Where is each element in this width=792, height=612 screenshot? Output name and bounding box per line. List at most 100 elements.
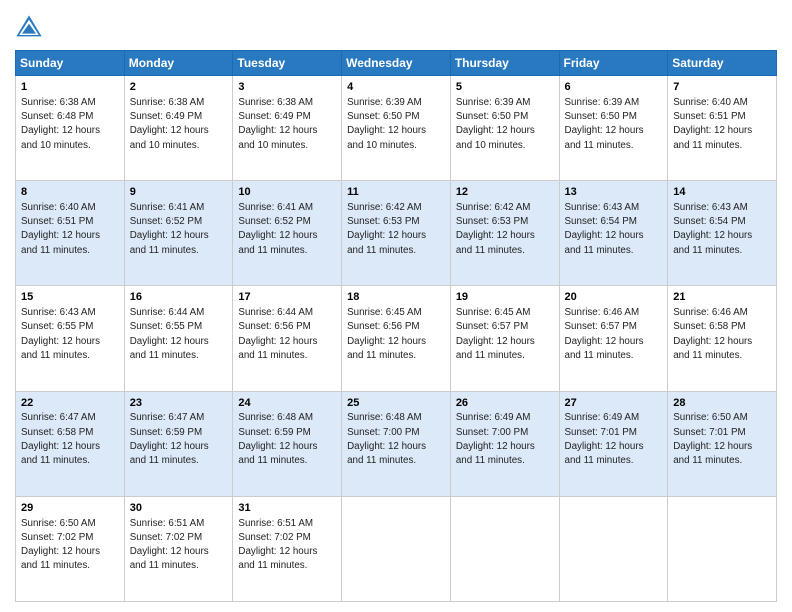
day-number: 2 xyxy=(130,80,228,95)
day-info: Sunrise: 6:44 AM Sunset: 6:55 PM Dayligh… xyxy=(130,307,209,361)
calendar-cell xyxy=(668,496,777,601)
day-header-monday: Monday xyxy=(124,51,233,76)
day-info: Sunrise: 6:39 AM Sunset: 6:50 PM Dayligh… xyxy=(347,97,426,151)
calendar-cell: 9 Sunrise: 6:41 AM Sunset: 6:52 PM Daylig… xyxy=(124,181,233,286)
day-info: Sunrise: 6:41 AM Sunset: 6:52 PM Dayligh… xyxy=(238,202,317,256)
calendar-cell: 16Sunrise: 6:44 AM Sunset: 6:55 PM Dayli… xyxy=(124,286,233,391)
day-number: 12 xyxy=(456,185,554,200)
day-info: Sunrise: 6:48 AM Sunset: 6:59 PM Dayligh… xyxy=(238,412,317,466)
day-number: 31 xyxy=(238,501,336,516)
day-number: 11 xyxy=(347,185,445,200)
calendar-cell: 18Sunrise: 6:45 AM Sunset: 6:56 PM Dayli… xyxy=(342,286,451,391)
day-info: Sunrise: 6:39 AM Sunset: 6:50 PM Dayligh… xyxy=(565,97,644,151)
day-info: Sunrise: 6:44 AM Sunset: 6:56 PM Dayligh… xyxy=(238,307,317,361)
calendar-cell: 13Sunrise: 6:43 AM Sunset: 6:54 PM Dayli… xyxy=(559,181,668,286)
day-number: 22 xyxy=(21,396,119,411)
day-info: Sunrise: 6:43 AM Sunset: 6:54 PM Dayligh… xyxy=(673,202,752,256)
day-info: Sunrise: 6:49 AM Sunset: 7:01 PM Dayligh… xyxy=(565,412,644,466)
calendar-cell: 10Sunrise: 6:41 AM Sunset: 6:52 PM Dayli… xyxy=(233,181,342,286)
day-info: Sunrise: 6:40 AM Sunset: 6:51 PM Dayligh… xyxy=(21,202,100,256)
calendar-cell: 17 Sunrise: 6:44 AM Sunset: 6:56 PM Dayli… xyxy=(233,286,342,391)
week-row-2: 8Sunrise: 6:40 AM Sunset: 6:51 PM Daylig… xyxy=(16,181,777,286)
calendar-body: 1 Sunrise: 6:38 AM Sunset: 6:48 PM Daylig… xyxy=(16,76,777,602)
calendar-table: SundayMondayTuesdayWednesdayThursdayFrid… xyxy=(15,50,777,602)
day-info: Sunrise: 6:42 AM Sunset: 6:53 PM Dayligh… xyxy=(456,202,535,256)
day-info: Sunrise: 6:41 AM Sunset: 6:52 PM Dayligh… xyxy=(130,202,209,256)
calendar-cell: 23Sunrise: 6:47 AM Sunset: 6:59 PM Dayli… xyxy=(124,391,233,496)
week-row-3: 15 Sunrise: 6:43 AM Sunset: 6:55 PM Dayli… xyxy=(16,286,777,391)
day-number: 1 xyxy=(21,80,119,95)
calendar-cell: 5 Sunrise: 6:39 AM Sunset: 6:50 PM Daylig… xyxy=(450,76,559,181)
day-info: Sunrise: 6:50 AM Sunset: 7:02 PM Dayligh… xyxy=(21,518,100,572)
calendar-cell: 25Sunrise: 6:48 AM Sunset: 7:00 PM Dayli… xyxy=(342,391,451,496)
calendar-cell: 8Sunrise: 6:40 AM Sunset: 6:51 PM Daylig… xyxy=(16,181,125,286)
calendar-cell: 3 Sunrise: 6:38 AM Sunset: 6:49 PM Daylig… xyxy=(233,76,342,181)
header-row: SundayMondayTuesdayWednesdayThursdayFrid… xyxy=(16,51,777,76)
calendar-cell: 15 Sunrise: 6:43 AM Sunset: 6:55 PM Dayli… xyxy=(16,286,125,391)
day-number: 4 xyxy=(347,80,445,95)
day-number: 28 xyxy=(673,396,771,411)
day-number: 29 xyxy=(21,501,119,516)
day-number: 6 xyxy=(565,80,663,95)
calendar-cell: 27Sunrise: 6:49 AM Sunset: 7:01 PM Dayli… xyxy=(559,391,668,496)
calendar-cell xyxy=(450,496,559,601)
calendar-cell: 1 Sunrise: 6:38 AM Sunset: 6:48 PM Daylig… xyxy=(16,76,125,181)
day-info: Sunrise: 6:47 AM Sunset: 6:59 PM Dayligh… xyxy=(130,412,209,466)
day-header-thursday: Thursday xyxy=(450,51,559,76)
day-info: Sunrise: 6:51 AM Sunset: 7:02 PM Dayligh… xyxy=(130,518,209,572)
day-info: Sunrise: 6:48 AM Sunset: 7:00 PM Dayligh… xyxy=(347,412,426,466)
day-info: Sunrise: 6:38 AM Sunset: 6:48 PM Dayligh… xyxy=(21,97,100,151)
calendar-cell: 28Sunrise: 6:50 AM Sunset: 7:01 PM Dayli… xyxy=(668,391,777,496)
day-number: 27 xyxy=(565,396,663,411)
day-number: 7 xyxy=(673,80,771,95)
calendar-cell: 2Sunrise: 6:38 AM Sunset: 6:49 PM Daylig… xyxy=(124,76,233,181)
calendar-cell: 21 Sunrise: 6:46 AM Sunset: 6:58 PM Dayli… xyxy=(668,286,777,391)
day-info: Sunrise: 6:45 AM Sunset: 6:57 PM Dayligh… xyxy=(456,307,535,361)
calendar-cell: 7 Sunrise: 6:40 AM Sunset: 6:51 PM Daylig… xyxy=(668,76,777,181)
calendar-cell: 6 Sunrise: 6:39 AM Sunset: 6:50 PM Daylig… xyxy=(559,76,668,181)
day-info: Sunrise: 6:47 AM Sunset: 6:58 PM Dayligh… xyxy=(21,412,100,466)
calendar-cell xyxy=(342,496,451,601)
day-number: 25 xyxy=(347,396,445,411)
day-number: 9 xyxy=(130,185,228,200)
logo-icon xyxy=(15,14,43,42)
calendar-cell xyxy=(559,496,668,601)
day-header-tuesday: Tuesday xyxy=(233,51,342,76)
day-number: 17 xyxy=(238,290,336,305)
header xyxy=(15,10,777,42)
day-info: Sunrise: 6:43 AM Sunset: 6:55 PM Dayligh… xyxy=(21,307,100,361)
calendar-cell: 14 Sunrise: 6:43 AM Sunset: 6:54 PM Dayli… xyxy=(668,181,777,286)
week-row-4: 22Sunrise: 6:47 AM Sunset: 6:58 PM Dayli… xyxy=(16,391,777,496)
calendar-cell: 26Sunrise: 6:49 AM Sunset: 7:00 PM Dayli… xyxy=(450,391,559,496)
day-info: Sunrise: 6:51 AM Sunset: 7:02 PM Dayligh… xyxy=(238,518,317,572)
day-info: Sunrise: 6:39 AM Sunset: 6:50 PM Dayligh… xyxy=(456,97,535,151)
day-number: 14 xyxy=(673,185,771,200)
day-info: Sunrise: 6:45 AM Sunset: 6:56 PM Dayligh… xyxy=(347,307,426,361)
calendar-header: SundayMondayTuesdayWednesdayThursdayFrid… xyxy=(16,51,777,76)
day-info: Sunrise: 6:40 AM Sunset: 6:51 PM Dayligh… xyxy=(673,97,752,151)
day-number: 30 xyxy=(130,501,228,516)
calendar-cell: 22Sunrise: 6:47 AM Sunset: 6:58 PM Dayli… xyxy=(16,391,125,496)
day-info: Sunrise: 6:50 AM Sunset: 7:01 PM Dayligh… xyxy=(673,412,752,466)
day-info: Sunrise: 6:38 AM Sunset: 6:49 PM Dayligh… xyxy=(238,97,317,151)
day-number: 26 xyxy=(456,396,554,411)
day-header-sunday: Sunday xyxy=(16,51,125,76)
day-number: 23 xyxy=(130,396,228,411)
day-info: Sunrise: 6:46 AM Sunset: 6:58 PM Dayligh… xyxy=(673,307,752,361)
day-header-wednesday: Wednesday xyxy=(342,51,451,76)
day-number: 21 xyxy=(673,290,771,305)
calendar-cell: 11 Sunrise: 6:42 AM Sunset: 6:53 PM Dayli… xyxy=(342,181,451,286)
calendar-cell: 31 Sunrise: 6:51 AM Sunset: 7:02 PM Dayli… xyxy=(233,496,342,601)
day-number: 5 xyxy=(456,80,554,95)
calendar-cell: 12 Sunrise: 6:42 AM Sunset: 6:53 PM Dayli… xyxy=(450,181,559,286)
day-number: 15 xyxy=(21,290,119,305)
calendar-cell: 4 Sunrise: 6:39 AM Sunset: 6:50 PM Daylig… xyxy=(342,76,451,181)
day-info: Sunrise: 6:42 AM Sunset: 6:53 PM Dayligh… xyxy=(347,202,426,256)
week-row-1: 1 Sunrise: 6:38 AM Sunset: 6:48 PM Daylig… xyxy=(16,76,777,181)
day-number: 3 xyxy=(238,80,336,95)
calendar-cell: 20Sunrise: 6:46 AM Sunset: 6:57 PM Dayli… xyxy=(559,286,668,391)
page: SundayMondayTuesdayWednesdayThursdayFrid… xyxy=(0,0,792,612)
day-header-friday: Friday xyxy=(559,51,668,76)
week-row-5: 29 Sunrise: 6:50 AM Sunset: 7:02 PM Dayli… xyxy=(16,496,777,601)
calendar-cell: 29 Sunrise: 6:50 AM Sunset: 7:02 PM Dayli… xyxy=(16,496,125,601)
